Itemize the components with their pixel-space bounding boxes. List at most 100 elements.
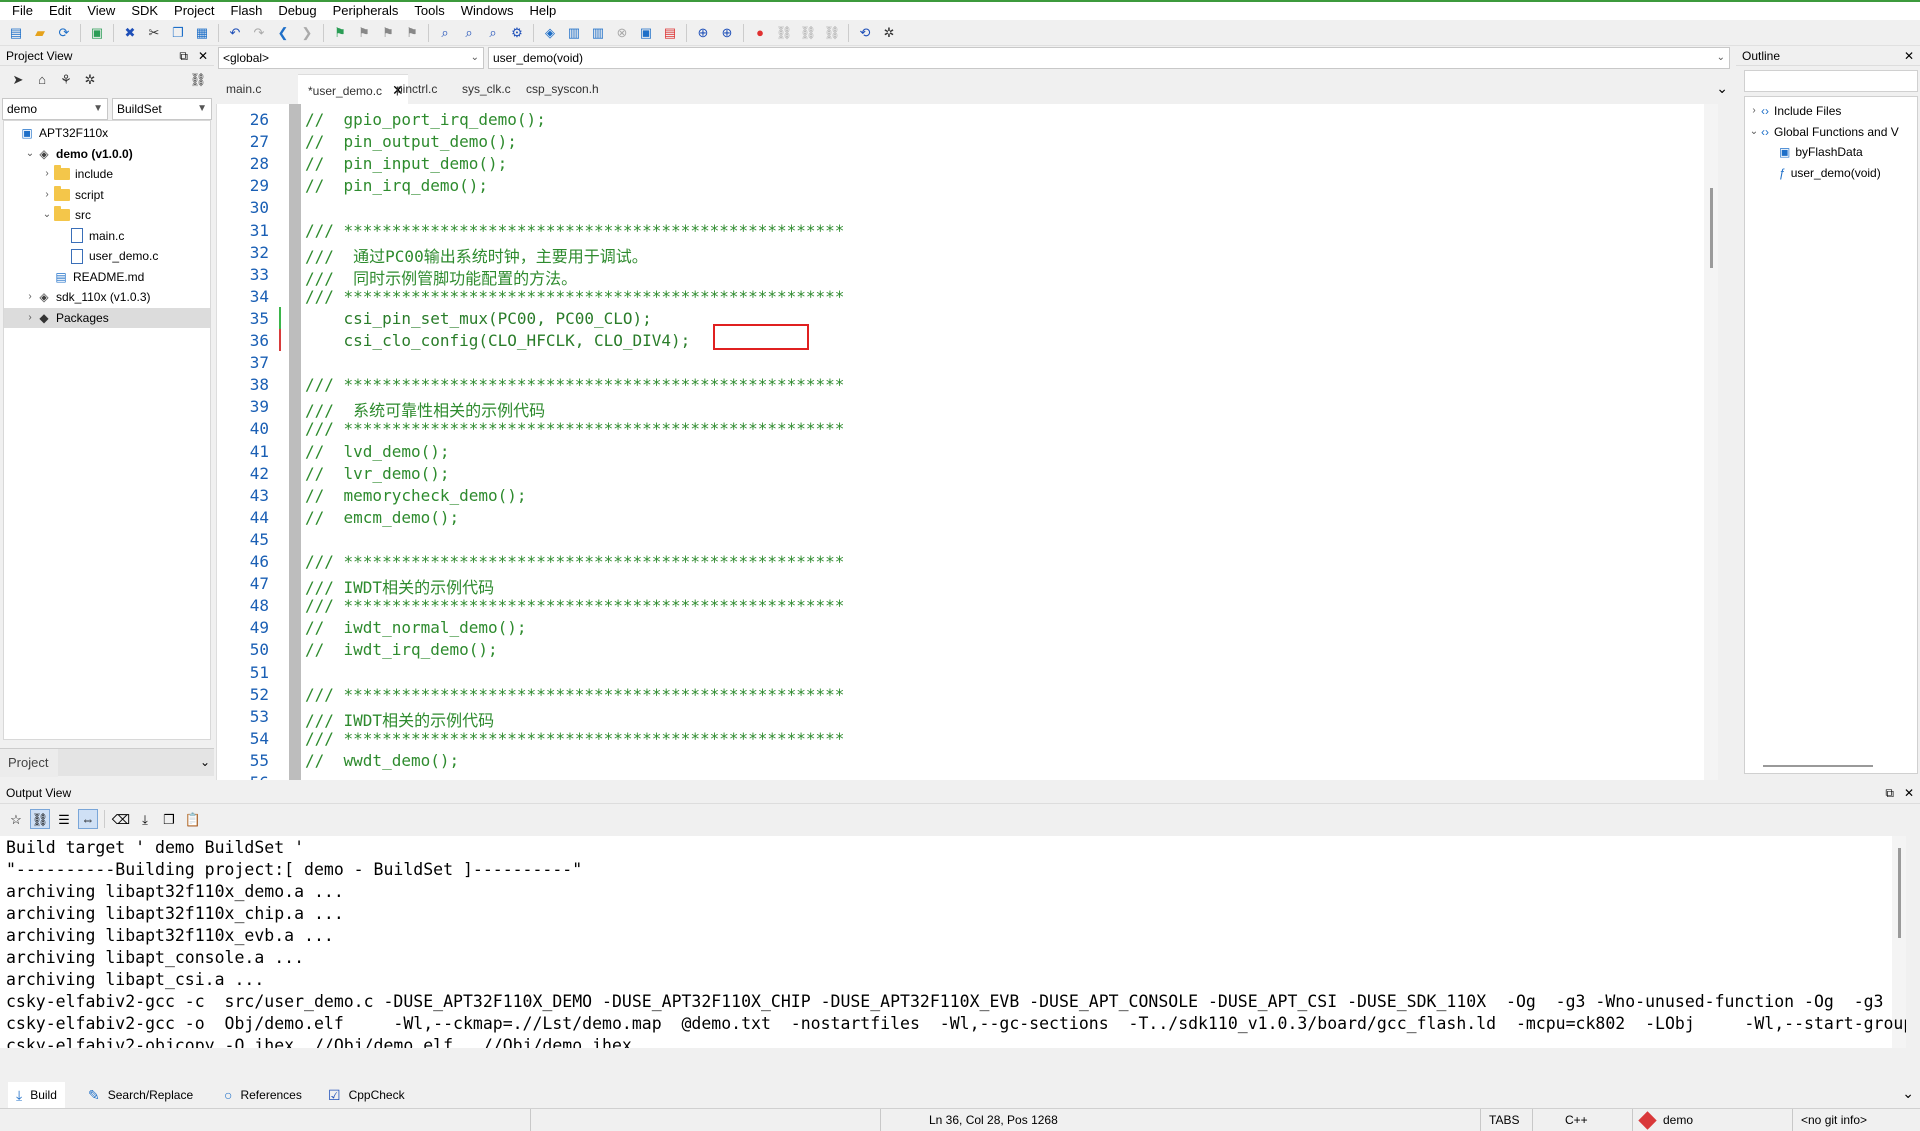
home-icon[interactable]: ⌂ xyxy=(32,69,52,89)
chevron-down-icon[interactable]: ⌄ xyxy=(1902,1085,1914,1102)
bug-icon[interactable]: ✲ xyxy=(879,23,899,43)
menu-tools[interactable]: Tools xyxy=(406,2,452,20)
tree-item[interactable]: main.c xyxy=(4,226,210,246)
chevron-right-icon[interactable]: › xyxy=(1747,101,1761,121)
compile-icon[interactable]: ◈ xyxy=(540,23,560,43)
tree-item[interactable]: user_demo.c xyxy=(4,246,210,266)
find-icon[interactable]: ⌕ xyxy=(435,23,455,43)
language-mode[interactable]: C++ xyxy=(1532,1109,1632,1131)
tree-item[interactable]: › ◈ sdk_110x (v1.0.3) xyxy=(4,287,210,307)
scrollbar-thumb[interactable] xyxy=(1710,188,1713,268)
outline-item[interactable]: › ‹› Include Files xyxy=(1745,101,1841,121)
buildset-select[interactable]: BuildSet ▼ xyxy=(112,98,212,120)
reload-icon[interactable]: ⟳ xyxy=(54,23,74,43)
open-folder-icon[interactable]: ▰ xyxy=(30,23,50,43)
download-icon[interactable]: ▤ xyxy=(660,23,680,43)
float-icon[interactable]: ⧉ xyxy=(1885,782,1894,804)
wrap-icon[interactable]: ☰ xyxy=(54,809,74,829)
outline-filter-input[interactable] xyxy=(1744,70,1918,92)
menu-file[interactable]: File xyxy=(4,2,41,20)
redo-icon[interactable]: ↷ xyxy=(249,23,269,43)
scrollbar-thumb[interactable] xyxy=(1898,848,1901,938)
menu-sdk[interactable]: SDK xyxy=(123,2,166,20)
close-icon[interactable]: ✕ xyxy=(1904,782,1914,804)
link2-icon[interactable]: ⛓ xyxy=(798,23,818,43)
link-icon[interactable]: ⛓ xyxy=(188,69,208,89)
tree-item[interactable]: ▣ APT32F110x xyxy=(4,123,210,143)
output-tab[interactable]: ✎ Search/Replace xyxy=(82,1082,199,1108)
close-icon[interactable]: ✕ xyxy=(1904,46,1914,66)
bug-icon[interactable]: ✲ xyxy=(80,69,100,89)
back-icon[interactable]: ❮ xyxy=(273,23,293,43)
git-branch[interactable]: demo xyxy=(1632,1109,1792,1131)
chevron-down-icon[interactable]: ⌄ xyxy=(23,144,37,164)
editor-tab[interactable]: sys_clk.c xyxy=(452,74,521,104)
breakpoint-icon[interactable]: ● xyxy=(750,23,770,43)
tree-item[interactable]: ⌄ src xyxy=(4,205,210,225)
editor-tab[interactable]: csp_syscon.h xyxy=(516,74,609,104)
close-icon[interactable]: ✕ xyxy=(198,46,208,66)
flag-clear-icon[interactable]: ⚑ xyxy=(402,23,422,43)
link3-icon[interactable]: ⛓ xyxy=(822,23,842,43)
menu-flash[interactable]: Flash xyxy=(223,2,271,20)
output-tab[interactable]: ○ References xyxy=(218,1082,308,1108)
link-icon[interactable]: ⛓ xyxy=(30,809,50,829)
new-file-icon[interactable]: ▤ xyxy=(6,23,26,43)
indent-mode[interactable]: TABS xyxy=(1480,1109,1532,1131)
flag-icon[interactable]: ⚑ xyxy=(330,23,350,43)
code-area[interactable]: 26 // gpio_port_irq_demo(); 27 // pin_outpu… xyxy=(216,104,1718,780)
tree-item[interactable]: › include xyxy=(4,164,210,184)
editor-tab[interactable]: pinctrl.c xyxy=(386,74,447,104)
build-output-text[interactable]: Build target ' demo BuildSet ' "---------… xyxy=(0,836,1906,1048)
forward-icon[interactable]: ❯ xyxy=(297,23,317,43)
zoom-in-icon[interactable]: ⊕ xyxy=(717,23,737,43)
copy-icon[interactable]: ❐ xyxy=(159,809,179,829)
stop-icon[interactable]: ⊗ xyxy=(612,23,632,43)
locate-icon[interactable]: ➤ xyxy=(8,69,28,89)
undo-icon[interactable]: ↶ xyxy=(225,23,245,43)
menu-edit[interactable]: Edit xyxy=(41,2,79,20)
output-tab[interactable]: ☑ CppCheck xyxy=(322,1082,411,1108)
chevron-down-icon[interactable]: ⌄ xyxy=(200,755,210,769)
copy-icon[interactable]: ❐ xyxy=(168,23,188,43)
replace-icon[interactable]: ⌕ xyxy=(483,23,503,43)
horizontal-scrollbar[interactable] xyxy=(1763,765,1873,767)
build-icon[interactable]: ▥ xyxy=(564,23,584,43)
menu-debug[interactable]: Debug xyxy=(270,2,324,20)
output-tab[interactable]: ⤓ Build xyxy=(8,1082,65,1108)
chevron-right-icon[interactable]: › xyxy=(23,287,37,307)
outline-item[interactable]: ▣ byFlashData xyxy=(1745,142,1863,162)
rebuild-icon[interactable]: ▥ xyxy=(588,23,608,43)
save-output-icon[interactable]: ⤓ xyxy=(135,809,155,829)
save-icon[interactable]: ▣ xyxy=(87,23,107,43)
project-tab[interactable]: Project xyxy=(0,749,58,777)
paste-icon[interactable]: ▦ xyxy=(192,23,212,43)
paste-icon[interactable]: 📋 xyxy=(183,809,203,829)
clear-icon[interactable]: ⌫ xyxy=(111,809,131,829)
cut-icon[interactable]: ✂ xyxy=(144,23,164,43)
editor-tab[interactable]: main.c xyxy=(216,74,271,104)
chevron-right-icon[interactable]: › xyxy=(40,185,54,205)
vertical-scrollbar[interactable] xyxy=(1704,104,1718,780)
reset-icon[interactable]: ⟲ xyxy=(855,23,875,43)
clean-icon[interactable]: ▣ xyxy=(636,23,656,43)
flag-prev-icon[interactable]: ⚑ xyxy=(354,23,374,43)
flag-next-icon[interactable]: ⚑ xyxy=(378,23,398,43)
close-icon[interactable]: ✖ xyxy=(120,23,140,43)
zoom-icon[interactable]: ⊕ xyxy=(693,23,713,43)
tree-item[interactable]: › ◆ Packages xyxy=(4,307,210,328)
tabs-menu-icon[interactable]: ⌄ xyxy=(1716,80,1728,97)
float-icon[interactable]: ⧉ xyxy=(179,46,188,66)
star-icon[interactable]: ☆ xyxy=(6,809,26,829)
tree-item[interactable]: ▤ README.md xyxy=(4,267,210,287)
chevron-right-icon[interactable]: › xyxy=(23,308,37,328)
tree-item[interactable]: › script xyxy=(4,185,210,205)
project-select[interactable]: demo ▼ xyxy=(2,98,108,120)
chevron-down-icon[interactable]: ⌄ xyxy=(40,205,54,225)
menu-project[interactable]: Project xyxy=(166,2,222,20)
expand-icon[interactable]: ⇔ xyxy=(78,809,98,829)
menu-windows[interactable]: Windows xyxy=(453,2,522,20)
chevron-down-icon[interactable]: ⌄ xyxy=(1747,122,1761,142)
menu-peripherals[interactable]: Peripherals xyxy=(325,2,407,20)
outline-item[interactable]: ⌄ ‹› Global Functions and V xyxy=(1745,122,1899,142)
